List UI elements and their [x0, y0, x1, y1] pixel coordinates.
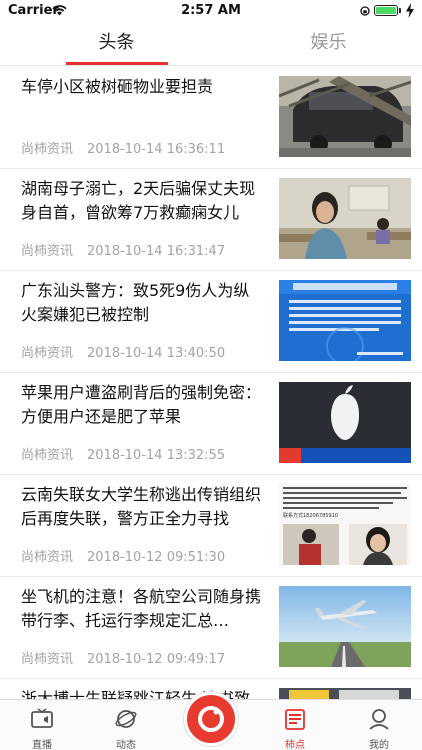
thumb-contact-text: 联系方式18206785910 — [283, 512, 338, 519]
camera-ring-icon — [198, 706, 224, 732]
tabbar-item-feed[interactable]: 动态 — [84, 700, 168, 750]
news-meta: 尚柿资讯 2018-10-14 13:32:55 — [21, 444, 225, 463]
missing-student-notice-image: 联系方式18206785910 — [279, 484, 411, 565]
news-source: 尚柿资讯 — [21, 448, 74, 463]
news-title: 浙大博士生联疑跳江轻生 遗书致 — [21, 689, 251, 699]
tabbar-item-news[interactable]: 柿点 — [253, 700, 337, 750]
news-meta: 尚柿资讯 2018-10-14 13:40:50 — [21, 342, 225, 361]
status-bar: Carrier 2:57 AM — [0, 0, 422, 22]
news-time: 2018-10-14 13:40:50 — [87, 346, 226, 361]
news-source: 尚柿资讯 — [21, 244, 74, 259]
news-source: 尚柿资讯 — [21, 652, 74, 667]
rotation-lock-icon — [360, 6, 370, 16]
news-title: 车停小区被树砸物业要担责 — [21, 77, 214, 96]
news-title: 云南失联女大学生称逃出传销组织后再度失联，警方正全力寻找 — [21, 485, 262, 528]
news-item[interactable]: 云南失联女大学生称逃出传销组织后再度失联，警方正全力寻找 尚柿资讯 2018-10… — [0, 475, 422, 577]
news-meta: 尚柿资讯 2018-10-12 09:49:17 — [21, 648, 225, 667]
girl-in-classroom-image — [279, 178, 411, 259]
news-item[interactable]: 苹果用户遭盗刷背后的强制免密：方便用户还是肥了苹果 尚柿资讯 2018-10-14… — [0, 373, 422, 475]
tabbar-label: 柿点 — [285, 740, 305, 750]
news-source: 尚柿资讯 — [21, 142, 74, 157]
airplane-runway-image — [279, 586, 411, 667]
tabbar-label: 动态 — [116, 740, 136, 750]
car-under-tree-image — [279, 76, 411, 157]
news-title: 苹果用户遭盗刷背后的强制免密：方便用户还是肥了苹果 — [21, 383, 262, 426]
news-meta: 尚柿资讯 2018-10-14 16:31:47 — [21, 240, 225, 259]
news-meta: 尚柿资讯 2018-10-12 09:51:30 — [21, 546, 225, 565]
news-title: 坐飞机的注意！各航空公司随身携带行李、托运行李规定汇总… — [21, 587, 262, 630]
news-item[interactable]: 车停小区被树砸物业要担责 尚柿资讯 2018-10-14 16:36:11 — [0, 67, 422, 169]
apple-logo-tv-image — [279, 382, 411, 463]
news-item[interactable]: 坐飞机的注意！各航空公司随身携带行李、托运行李规定汇总… 尚柿资讯 2018-10… — [0, 577, 422, 679]
active-tab-indicator — [66, 62, 168, 65]
news-item[interactable]: 广东汕头警方：致5死9伤人为纵火案嫌犯已被控制 尚柿资讯 2018-10-14 1… — [0, 271, 422, 373]
charging-bolt-icon — [406, 3, 414, 18]
center-action-button[interactable] — [184, 692, 238, 746]
police-notice-image — [279, 280, 411, 361]
tab-entertainment[interactable]: 娱乐 — [276, 22, 381, 66]
news-feed[interactable]: 车停小区被树砸物业要担责 尚柿资讯 2018-10-14 16:36:11 湖南母… — [0, 67, 422, 699]
news-time: 2018-10-12 09:51:30 — [87, 550, 226, 565]
tabbar-label: 我的 — [369, 740, 389, 750]
tv-icon — [31, 708, 53, 728]
planet-icon — [115, 710, 137, 728]
news-time: 2018-10-14 13:32:55 — [87, 448, 226, 463]
tabbar-item-live[interactable]: 直播 — [0, 700, 84, 750]
news-time: 2018-10-12 09:49:17 — [87, 652, 226, 667]
tabbar-item-profile[interactable]: 我的 — [337, 700, 421, 750]
news-item[interactable]: 湖南母子溺亡，2天后骗保丈夫现身自首，曾欲筹7万救癫痫女儿 尚柿资讯 2018-1… — [0, 169, 422, 271]
battery-indicator — [374, 5, 398, 16]
news-title: 广东汕头警方：致5死9伤人为纵火案嫌犯已被控制 — [21, 281, 250, 324]
profile-icon — [369, 709, 389, 730]
news-meta: 尚柿资讯 2018-10-14 16:36:11 — [21, 138, 225, 157]
news-icon — [285, 709, 305, 730]
tab-headlines[interactable]: 头条 — [64, 22, 169, 66]
news-source: 尚柿资讯 — [21, 550, 74, 565]
clock: 2:57 AM — [181, 3, 241, 18]
news-time: 2018-10-14 16:36:11 — [87, 142, 226, 157]
news-source: 尚柿资讯 — [21, 346, 74, 361]
partial-news-image — [279, 688, 411, 699]
tabbar-label: 直播 — [32, 740, 52, 750]
top-tabs: 头条 娱乐 — [0, 22, 422, 66]
news-time: 2018-10-14 16:31:47 — [87, 244, 226, 259]
news-title: 湖南母子溺亡，2天后骗保丈夫现身自首，曾欲筹7万救癫痫女儿 — [21, 179, 256, 222]
